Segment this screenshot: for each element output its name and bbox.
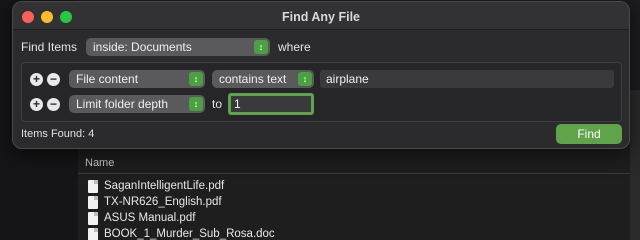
location-value: inside: Documents [93, 40, 192, 54]
to-label: to [212, 97, 223, 111]
location-popup[interactable]: inside: Documents ↕ [86, 38, 271, 56]
chevron-updown-icon: ↕ [254, 40, 269, 54]
chevron-updown-icon: ↕ [189, 72, 203, 86]
attribute-popup[interactable]: File content ↕ [69, 70, 205, 88]
where-label: where [278, 40, 311, 54]
window-title: Find Any File [281, 10, 360, 24]
result-filename: TX-NR626_English.pdf [104, 196, 222, 208]
result-row[interactable]: TX-NR626_English.pdf [88, 194, 222, 210]
doc-file-icon [88, 227, 98, 240]
find-items-label: Find Items [21, 40, 78, 54]
result-filename: SaganIntelligentLife.pdf [104, 180, 225, 192]
folder-depth-field[interactable]: 1 [228, 93, 315, 115]
attribute-value: File content [76, 72, 139, 86]
criterion-row: + − File content ↕ contains text ↕ airpl… [30, 69, 614, 89]
title-bar[interactable]: Find Any File [13, 2, 629, 30]
pdf-file-icon [88, 179, 98, 193]
add-criterion-button[interactable]: + [30, 97, 43, 111]
attribute-popup[interactable]: Limit folder depth ↕ [69, 95, 205, 113]
pdf-file-icon [88, 195, 98, 209]
result-filename: ASUS Manual.pdf [104, 212, 196, 224]
attribute-value: Limit folder depth [76, 97, 169, 111]
search-text-field[interactable]: airplane [320, 70, 614, 88]
add-criterion-button[interactable]: + [30, 72, 43, 86]
result-row[interactable]: BOOK_1_Murder_Sub_Rosa.doc [88, 226, 275, 240]
chevron-updown-icon: ↕ [298, 72, 312, 86]
operator-value: contains text [219, 72, 287, 86]
remove-criterion-button[interactable]: − [47, 72, 60, 86]
criteria-box: + − File content ↕ contains text ↕ airpl… [21, 62, 622, 122]
find-dialog: Find Any File Find Items inside: Documen… [12, 1, 630, 149]
result-filename: BOOK_1_Murder_Sub_Rosa.doc [104, 228, 275, 240]
chevron-updown-icon: ↕ [189, 97, 203, 111]
operator-popup[interactable]: contains text ↕ [212, 70, 314, 88]
scrollbar-track[interactable] [630, 90, 640, 240]
name-column-header[interactable]: Name [78, 152, 640, 174]
find-items-row: Find Items inside: Documents ↕ where [21, 38, 311, 56]
pdf-file-icon [88, 211, 98, 225]
criterion-row: + − Limit folder depth ↕ to 1 [30, 93, 315, 115]
remove-criterion-button[interactable]: − [47, 97, 60, 111]
items-found-count: Items Found: 4 [21, 128, 95, 140]
result-row[interactable]: SaganIntelligentLife.pdf [88, 178, 224, 194]
result-row[interactable]: ASUS Manual.pdf [88, 210, 195, 226]
find-button[interactable]: Find [556, 124, 622, 144]
results-window: Name SaganIntelligentLife.pdf TX-NR626_E… [78, 140, 640, 240]
